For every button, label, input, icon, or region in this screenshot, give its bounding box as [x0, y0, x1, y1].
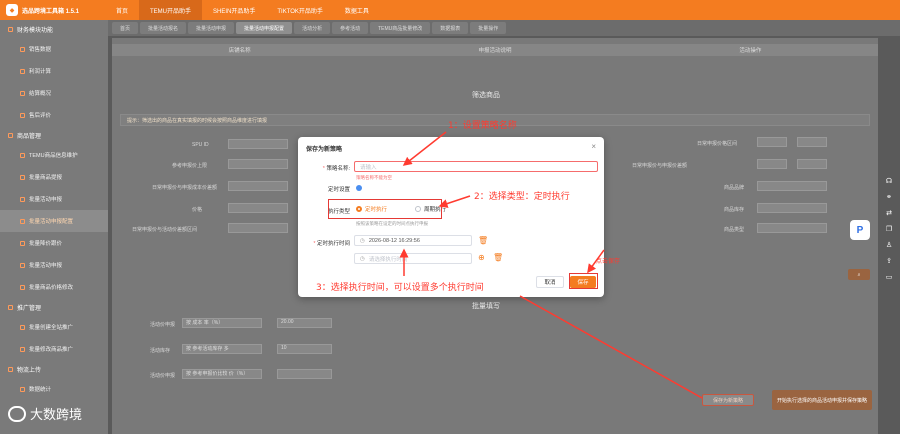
arrow-to-save-strategy: [519, 295, 703, 399]
right-toolbar: ☊ ⚭ ⇄ ❐ ♙ ⇪ ▭: [882, 178, 896, 288]
plugin-p-icon[interactable]: P: [850, 220, 870, 240]
copy-icon[interactable]: ❐: [885, 226, 893, 234]
watermark: 大数跨境: [8, 404, 82, 423]
arrow-step2: [438, 195, 471, 208]
translate-icon[interactable]: ⇄: [885, 210, 893, 218]
annotation-step2: 2：选择类型：定时执行: [474, 192, 570, 202]
link-icon[interactable]: ⚭: [885, 194, 893, 202]
share-icon[interactable]: ⇪: [885, 258, 893, 266]
user-icon[interactable]: ♙: [885, 242, 893, 250]
annotation-arrows: [399, 131, 703, 399]
headset-icon[interactable]: ☊: [885, 178, 893, 186]
annotation-step4: 点击保存: [596, 258, 621, 265]
arrow-step1: [402, 131, 447, 166]
watermark-logo-icon: [8, 405, 26, 422]
chat-icon[interactable]: ▭: [885, 274, 893, 282]
annotation-step3: 3：选择执行时间，可以设置多个执行时间: [316, 283, 484, 293]
annotation-step1: 1：设置策略名称: [448, 121, 517, 131]
watermark-text: 大数跨境: [30, 408, 83, 423]
